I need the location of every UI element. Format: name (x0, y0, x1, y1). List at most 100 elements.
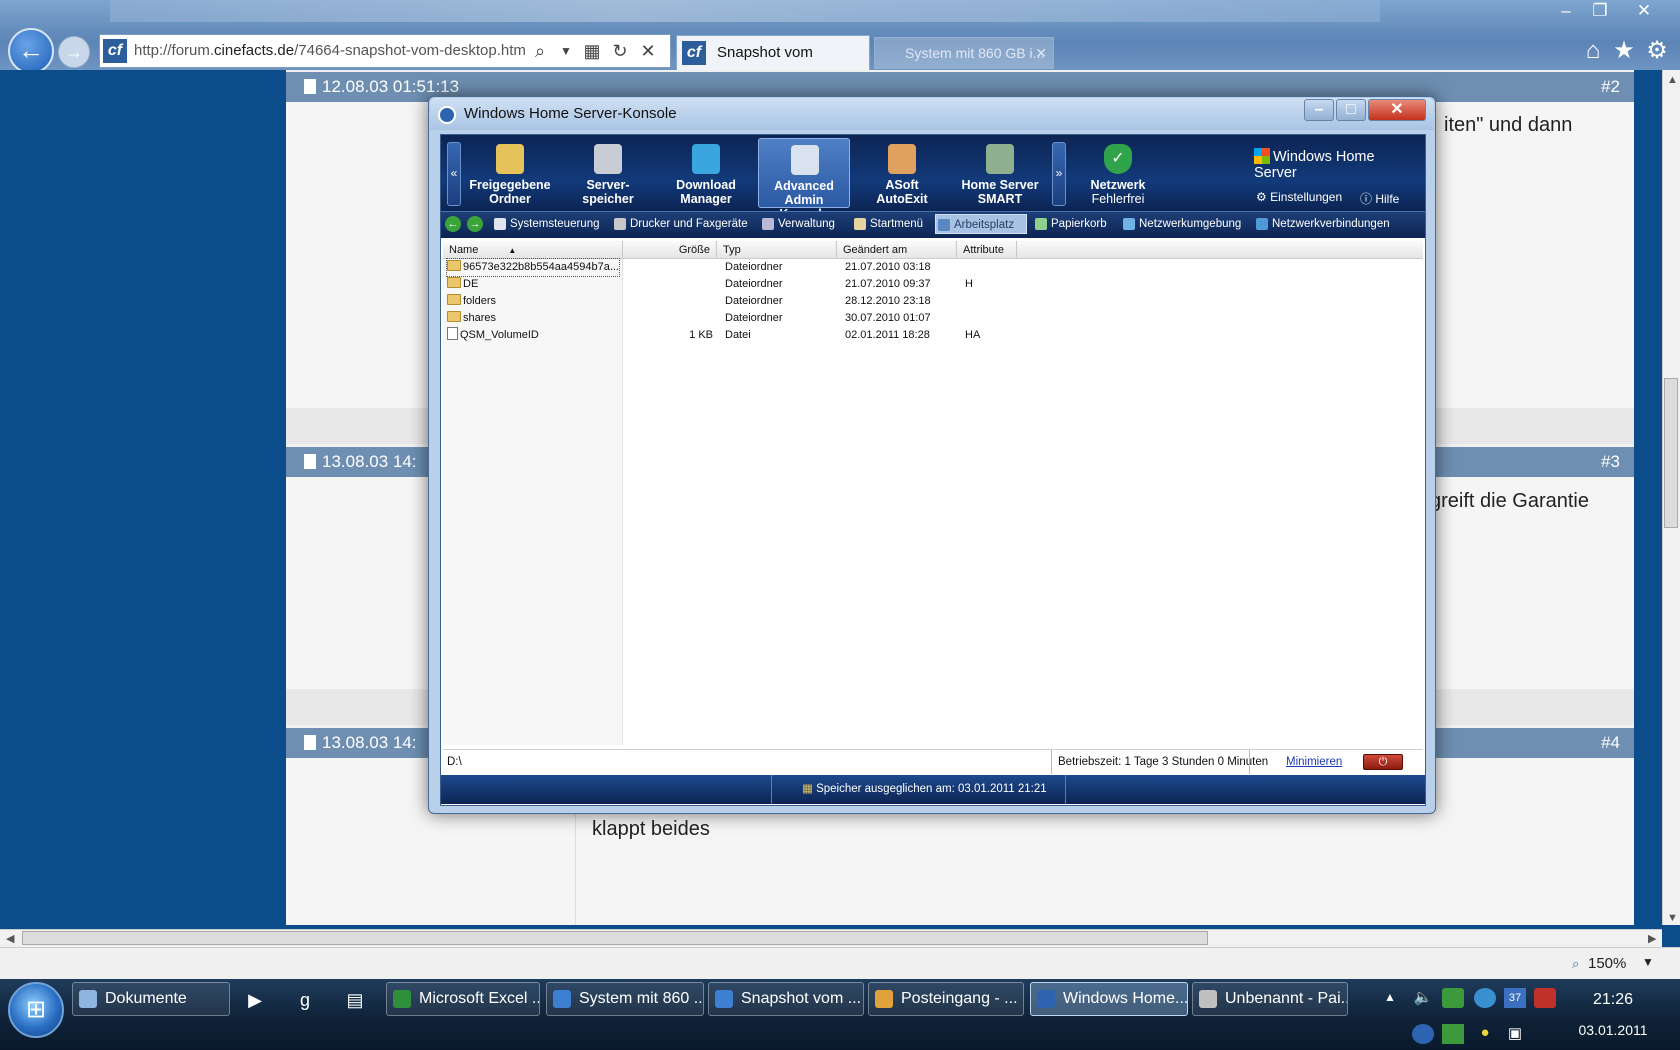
tray-network-icon[interactable] (1474, 988, 1496, 1008)
scroll-down-icon[interactable]: ▼ (1667, 912, 1678, 924)
whs-icon (1037, 990, 1055, 1008)
minimize-button[interactable]: – (1552, 0, 1580, 22)
tray-temperature-icon[interactable]: 37 (1504, 988, 1526, 1008)
tool-home-server-smart[interactable]: Home Server SMART (954, 138, 1046, 208)
whs-titlebar: Windows Home Server-Konsole (430, 98, 1434, 130)
tray-backup-icon[interactable] (1442, 1024, 1464, 1044)
close-button[interactable]: ✕ (1630, 0, 1658, 22)
tool-advanced-admin-konsole[interactable]: AdvancedAdmin Konsole (758, 138, 850, 221)
tool-serverspeicher[interactable]: Server-speicher (562, 138, 654, 208)
zoom-level[interactable]: 150% (1588, 955, 1626, 972)
tray-antivirus-icon[interactable] (1534, 988, 1556, 1008)
server-icon[interactable]: ▤ (338, 984, 372, 1016)
column-attributes[interactable]: Attribute (957, 241, 1017, 259)
nav-drucker[interactable]: Drucker und Faxgeräte (612, 214, 748, 234)
file-row[interactable]: folders Dateiordner 28.12.2010 23:18 (443, 293, 1423, 310)
network-status[interactable]: ✓ Netzwerk Fehlerfrei (1072, 138, 1164, 208)
file-row[interactable]: shares Dateiordner 30.07.2010 01:07 (443, 310, 1423, 327)
file-row[interactable]: DE Dateiordner 21.07.2010 09:37 H (443, 276, 1423, 293)
vertical-scroll-thumb[interactable] (1664, 378, 1678, 528)
favorites-icon[interactable]: ★ (1609, 36, 1639, 66)
nav-startmenu[interactable]: Startmenü (852, 214, 923, 234)
forward-button[interactable]: → (58, 36, 90, 68)
taskbar-item-label: Unbenannt - Pai... (1225, 990, 1348, 1007)
tool-label: Freigegebene (469, 178, 551, 192)
start-button[interactable]: ⊞ (8, 982, 64, 1038)
close-tab-icon[interactable]: ✕ (1035, 38, 1047, 68)
whs-close-button[interactable]: ✕ (1368, 99, 1426, 121)
column-name[interactable]: Name ▲ (443, 241, 623, 259)
refresh-icon[interactable]: ↻ (606, 36, 634, 66)
gear-icon[interactable]: ⚙ (1642, 36, 1672, 66)
tray-connection-icon[interactable]: ▣ (1504, 1024, 1526, 1042)
column-size[interactable]: Größe (623, 241, 717, 259)
scroll-right-icon[interactable]: ▶ (1648, 932, 1656, 945)
whs-maximize-button[interactable]: □ (1336, 99, 1366, 121)
google-icon[interactable]: g (288, 984, 322, 1016)
taskbar-item-excel[interactable]: Microsoft Excel ... (386, 982, 540, 1016)
compat-view-icon[interactable]: ▦ (578, 36, 606, 66)
nav-netzwerkumgebung[interactable]: Netzwerkumgebung (1121, 214, 1241, 234)
tab-snapshot[interactable]: cf Snapshot vom Desktop? (676, 35, 870, 95)
stop-icon[interactable]: ✕ (634, 36, 662, 66)
file-modified: 02.01.2011 18:28 (845, 329, 930, 341)
shutdown-icon[interactable]: ⏻ (1363, 754, 1403, 770)
column-modified[interactable]: Geändert am (837, 241, 957, 259)
taskbar-item-dokumente[interactable]: Dokumente (72, 982, 230, 1016)
back-button[interactable]: ← (8, 28, 54, 74)
tray-app-icon[interactable] (1442, 988, 1464, 1008)
settings-link[interactable]: ⚙ Einstellungen (1256, 190, 1342, 204)
tool-asoft-autoexit[interactable]: ASoft AutoExit (856, 138, 948, 208)
nav-netzwerkverbindungen[interactable]: Netzwerkverbindungen (1254, 214, 1390, 234)
column-type[interactable]: Typ (717, 241, 837, 259)
home-icon[interactable]: ⌂ (1578, 36, 1608, 66)
post-number[interactable]: #3 (1601, 447, 1620, 477)
nav-arbeitsplatz[interactable]: Arbeitsplatz (935, 214, 1027, 234)
nav-systemsteuerung[interactable]: Systemsteuerung (492, 214, 600, 234)
tab-system[interactable]: System mit 860 GB i... ✕ (874, 37, 1054, 69)
tool-label: Server- (586, 178, 630, 192)
tool-freigegebene-ordner[interactable]: Freigegebene Ordner (464, 138, 556, 208)
toolbar-scroll-left-icon[interactable]: « (447, 142, 461, 206)
taskbar-item-paint[interactable]: Unbenannt - Pai... (1192, 982, 1348, 1016)
help-link[interactable]: ⓘ Hilfe (1360, 190, 1399, 207)
file-row[interactable]: QSM_VolumeID 1 KB Datei 02.01.2011 18:28… (443, 327, 1423, 344)
scroll-up-icon[interactable]: ▲ (1667, 74, 1678, 86)
horizontal-scroll-thumb[interactable] (22, 931, 1208, 945)
taskbar-item-windows-home[interactable]: Windows Home... (1030, 982, 1188, 1016)
nav-papierkorb[interactable]: Papierkorb (1033, 214, 1107, 234)
nav-verwaltung[interactable]: Verwaltung (760, 214, 835, 234)
nav-forward-icon[interactable]: → (467, 216, 483, 232)
tray-bulb-icon[interactable]: ● (1474, 1024, 1496, 1041)
scroll-left-icon[interactable]: ◀ (6, 932, 14, 945)
clock-time[interactable]: 21:26 (1578, 991, 1648, 1009)
minimize-link[interactable]: Minimieren (1249, 750, 1342, 774)
windows-logo-icon: ⊞ (25, 996, 47, 1023)
browser-statusbar: ⌕ 150% ▼ (0, 947, 1680, 979)
tray-whs-icon[interactable] (1412, 1024, 1434, 1044)
whs-minimize-button[interactable]: – (1304, 99, 1334, 121)
file-row[interactable]: 96573e322b8b554aa4594b7a... Dateiordner … (443, 258, 1423, 277)
search-icon[interactable]: ⌕ (526, 36, 554, 66)
ie-icon (553, 990, 571, 1008)
zoom-icon: ⌕ (1572, 956, 1580, 971)
show-hidden-icons-icon[interactable]: ▲ (1382, 990, 1398, 1004)
zoom-dropdown-icon[interactable]: ▼ (1642, 955, 1654, 969)
taskbar-item-posteingang[interactable]: Posteingang - ... (868, 982, 1024, 1016)
favicon-icon: cf (682, 41, 706, 65)
nav-back-icon[interactable]: ← (445, 216, 461, 232)
admin-tools-icon (762, 218, 774, 230)
taskbar-item-system[interactable]: System mit 860 ... (546, 982, 704, 1016)
post-number[interactable]: #2 (1601, 72, 1620, 102)
taskbar-item-snapshot[interactable]: Snapshot vom ... (708, 982, 864, 1016)
tool-download-manager[interactable]: Download Manager (660, 138, 752, 208)
file-list-header: Name ▲ Größe Typ Geändert am Attribute (443, 241, 1423, 259)
volume-icon[interactable]: 🔈 (1412, 988, 1434, 1006)
maximize-button[interactable]: ❐ (1586, 0, 1614, 22)
media-player-icon[interactable]: ▶ (238, 984, 272, 1016)
dropdown-icon[interactable]: ▼ (552, 36, 580, 66)
toolbar-scroll-right-icon[interactable]: » (1052, 142, 1066, 206)
current-path: D:\ (447, 756, 462, 768)
clock-date[interactable]: 03.01.2011 (1570, 1022, 1656, 1038)
post-number[interactable]: #4 (1601, 728, 1620, 758)
